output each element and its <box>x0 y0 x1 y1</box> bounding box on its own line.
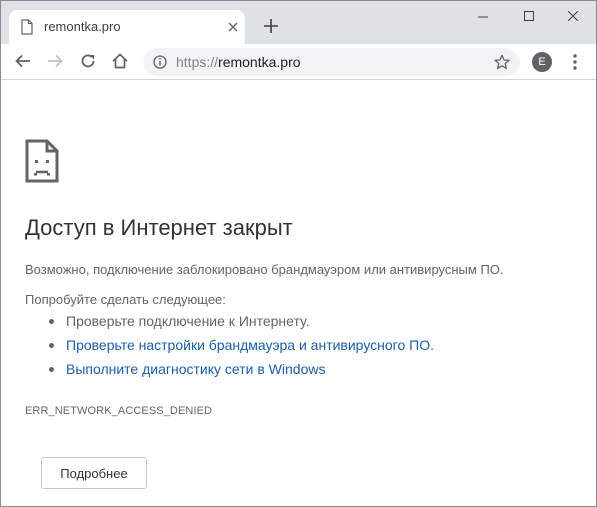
suggestion-text: Проверьте подключение к Интернету. <box>66 313 310 329</box>
details-button[interactable]: Подробнее <box>41 457 147 489</box>
tab-close-icon[interactable] <box>227 21 239 33</box>
new-tab-icon[interactable] <box>263 18 279 34</box>
bullet <box>49 367 54 372</box>
suggestion-diagnostics-link[interactable]: Выполните диагностику сети в Windows <box>25 361 434 385</box>
page-favicon-icon <box>21 19 33 35</box>
url-text[interactable]: https://remontka.pro <box>176 55 301 70</box>
try-label: Попробуйте сделать следующее: <box>25 292 226 307</box>
bookmark-star-icon[interactable] <box>494 54 510 70</box>
minimize-icon <box>478 16 488 18</box>
site-info-icon[interactable] <box>153 55 167 69</box>
sad-page-icon <box>25 139 59 183</box>
minimize-button[interactable] <box>460 7 506 27</box>
error-page: Доступ в Интернет закрыт Возможно, подкл… <box>1 80 596 506</box>
error-description: Возможно, подключение заблокировано бран… <box>25 262 504 277</box>
suggestion-list: Проверьте подключение к Интернету. Прове… <box>25 313 434 385</box>
tab-remontka[interactable]: remontka.pro <box>9 10 245 44</box>
suggestion-text[interactable]: Проверьте настройки брандмауэра и антиви… <box>66 337 434 353</box>
close-window-button[interactable] <box>550 7 596 27</box>
suggestion-text[interactable]: Выполните диагностику сети в Windows <box>66 361 325 377</box>
bullet <box>49 319 54 324</box>
maximize-button[interactable] <box>506 7 552 27</box>
suggestion-firewall-link[interactable]: Проверьте настройки брандмауэра и антиви… <box>25 337 434 361</box>
tab-title: remontka.pro <box>44 19 121 34</box>
error-code: ERR_NETWORK_ACCESS_DENIED <box>25 405 213 417</box>
close-window-icon <box>568 11 578 21</box>
maximize-icon <box>524 11 534 21</box>
profile-avatar[interactable]: E <box>532 52 552 72</box>
reload-icon[interactable] <box>79 52 97 70</box>
url-scheme: https:// <box>176 54 219 70</box>
tab-strip: remontka.pro <box>1 1 596 44</box>
browser-toolbar: https://remontka.pro E <box>1 44 596 80</box>
suggestion-check-connection: Проверьте подключение к Интернету. <box>25 313 434 337</box>
error-title: Доступ в Интернет закрыт <box>25 215 293 240</box>
forward-arrow-icon[interactable] <box>46 52 64 70</box>
address-bar[interactable]: https://remontka.pro <box>143 48 520 76</box>
url-host: remontka.pro <box>218 54 301 70</box>
bullet <box>49 343 54 348</box>
more-menu-icon[interactable] <box>569 53 581 71</box>
back-arrow-icon[interactable] <box>14 52 32 70</box>
browser-window: remontka.pro https://remontka.pro E Дост… <box>0 0 597 507</box>
home-icon[interactable] <box>111 52 129 70</box>
